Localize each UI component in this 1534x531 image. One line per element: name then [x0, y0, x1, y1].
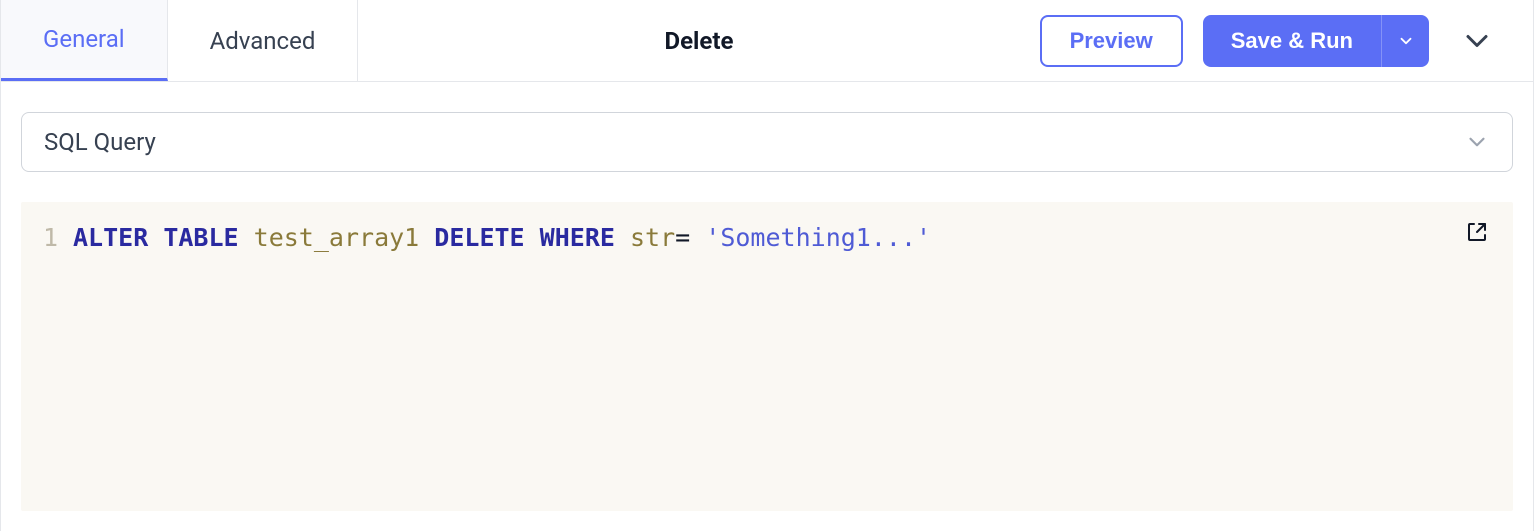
- sql-editor[interactable]: 1 ALTER TABLE test_array1 DELETE WHERE s…: [21, 202, 1513, 511]
- header-title-area: Delete: [358, 0, 1039, 81]
- tab-general[interactable]: General: [1, 0, 168, 81]
- string-literal: 'Something1...': [705, 223, 931, 252]
- identifier: str: [630, 223, 675, 252]
- line-number: 1: [43, 220, 73, 255]
- select-label: SQL Query: [44, 128, 156, 156]
- query-type-select[interactable]: SQL Query: [21, 112, 1513, 172]
- content-area: SQL Query 1 ALTER TABLE test_array1 DELE…: [1, 82, 1533, 531]
- tab-label: General: [43, 25, 125, 53]
- page-title: Delete: [665, 27, 734, 55]
- keyword: WHERE: [540, 223, 615, 252]
- operator: =: [675, 223, 690, 252]
- tab-list: General Advanced: [1, 0, 358, 81]
- button-label: Save & Run: [1231, 28, 1353, 54]
- save-run-button-group: Save & Run: [1203, 15, 1429, 67]
- keyword: DELETE: [434, 223, 524, 252]
- chevron-down-icon: [1397, 32, 1415, 50]
- external-link-icon: [1465, 220, 1489, 244]
- collapse-panel-button[interactable]: [1449, 15, 1505, 67]
- query-editor-panel: General Advanced Delete Preview Save & R…: [0, 0, 1534, 531]
- button-label: Preview: [1070, 28, 1153, 54]
- tab-label: Advanced: [210, 27, 316, 55]
- preview-button[interactable]: Preview: [1040, 15, 1183, 67]
- tab-advanced[interactable]: Advanced: [168, 0, 359, 81]
- expand-editor-button[interactable]: [1463, 218, 1491, 246]
- keyword: TABLE: [163, 223, 238, 252]
- save-run-dropdown-button[interactable]: [1381, 15, 1429, 67]
- chevron-down-icon: [1459, 23, 1495, 59]
- chevron-down-icon: [1464, 129, 1490, 155]
- code-line: ALTER TABLE test_array1 DELETE WHERE str…: [73, 220, 931, 255]
- header-actions: Preview Save & Run: [1040, 0, 1533, 81]
- header-bar: General Advanced Delete Preview Save & R…: [1, 0, 1533, 82]
- identifier: test_array1: [254, 223, 420, 252]
- save-run-button[interactable]: Save & Run: [1203, 15, 1381, 67]
- keyword: ALTER: [73, 223, 148, 252]
- editor-line: 1 ALTER TABLE test_array1 DELETE WHERE s…: [43, 220, 1491, 255]
